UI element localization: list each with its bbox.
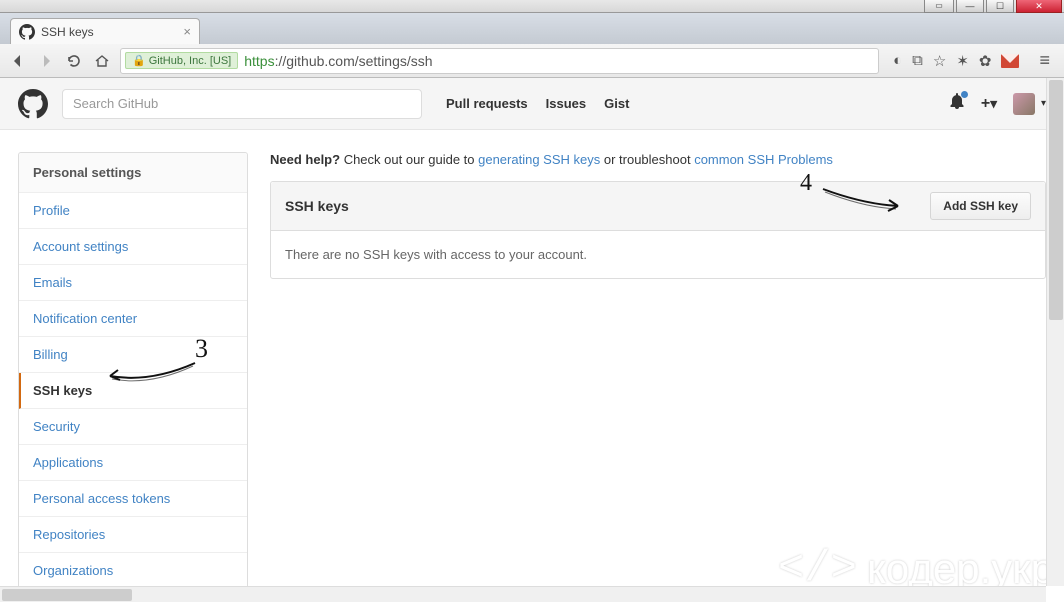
github-logo-icon[interactable] [18, 89, 48, 119]
reload-button[interactable] [64, 51, 84, 71]
address-bar[interactable]: 🔒GitHub, Inc. [US] https://github.com/se… [120, 48, 879, 74]
sidebar-item-notifications[interactable]: Notification center [19, 301, 247, 337]
home-button[interactable] [92, 51, 112, 71]
back-button[interactable] [8, 51, 28, 71]
sidebar-item-security[interactable]: Security [19, 409, 247, 445]
url-path: ://github.com/settings/ssh [275, 53, 433, 69]
browser-tabstrip: SSH keys × [0, 13, 1064, 44]
sidebar-item-emails[interactable]: Emails [19, 265, 247, 301]
search-placeholder: Search GitHub [73, 96, 158, 111]
extension-icon[interactable]: ◐ [893, 52, 902, 69]
github-header: Search GitHub Pull requests Issues Gist … [0, 78, 1064, 130]
browser-toolbar: 🔒GitHub, Inc. [US] https://github.com/se… [0, 44, 1064, 78]
extension-icon[interactable]: ⧉ [912, 52, 923, 69]
vertical-scrollbar[interactable] [1046, 78, 1064, 586]
sidebar-item-repositories[interactable]: Repositories [19, 517, 247, 553]
github-primary-nav: Pull requests Issues Gist [446, 96, 629, 111]
user-avatar[interactable] [1013, 93, 1035, 115]
tab-title: SSH keys [41, 25, 94, 39]
sidebar-item-account[interactable]: Account settings [19, 229, 247, 265]
help-bold: Need help? [270, 152, 340, 167]
help-text: Need help? Check out our guide to genera… [270, 152, 1046, 167]
github-favicon [19, 24, 35, 40]
lock-icon: 🔒 [132, 54, 146, 67]
window-minimize-button[interactable]: — [956, 0, 984, 13]
gmail-icon[interactable] [1001, 54, 1019, 68]
settings-gear-icon[interactable]: ✿ [979, 52, 992, 70]
notifications-bell-icon[interactable] [949, 93, 965, 114]
nav-issues[interactable]: Issues [546, 96, 586, 111]
extension-icon[interactable]: ✶ [956, 52, 969, 70]
titlebar-extra-button[interactable]: ▭ [924, 0, 954, 13]
sidebar-item-applications[interactable]: Applications [19, 445, 247, 481]
sidebar-item-organizations[interactable]: Organizations [19, 553, 247, 588]
sidebar-item-tokens[interactable]: Personal access tokens [19, 481, 247, 517]
ssl-org-label: GitHub, Inc. [US] [149, 55, 232, 67]
forward-button[interactable] [36, 51, 56, 71]
chrome-menu-button[interactable]: ≡ [1033, 50, 1056, 71]
add-ssh-key-button[interactable]: Add SSH key [930, 192, 1031, 220]
browser-tab-active[interactable]: SSH keys × [10, 18, 200, 44]
sidebar-item-billing[interactable]: Billing [19, 337, 247, 373]
panel-header: SSH keys Add SSH key [271, 182, 1045, 231]
tab-close-icon[interactable]: × [183, 24, 191, 39]
panel-empty-state: There are no SSH keys with access to you… [271, 231, 1045, 278]
nav-gist[interactable]: Gist [604, 96, 629, 111]
panel-title: SSH keys [285, 198, 349, 214]
bookmark-star-icon[interactable]: ☆ [933, 52, 946, 70]
help-text-2: or troubleshoot [600, 152, 694, 167]
nav-pull-requests[interactable]: Pull requests [446, 96, 528, 111]
sidebar-item-ssh-keys[interactable]: SSH keys [19, 373, 247, 409]
sidebar-item-profile[interactable]: Profile [19, 193, 247, 229]
help-text-1: Check out our guide to [340, 152, 478, 167]
ssl-badge[interactable]: 🔒GitHub, Inc. [US] [125, 52, 238, 69]
help-link-generate[interactable]: generating SSH keys [478, 152, 600, 167]
extension-icons: ◐ ⧉ ☆ ✶ ✿ [887, 52, 1025, 70]
github-search-input[interactable]: Search GitHub [62, 89, 422, 119]
settings-sidebar: Personal settings Profile Account settin… [18, 152, 248, 589]
main-content: Need help? Check out our guide to genera… [270, 152, 1046, 589]
help-link-problems[interactable]: common SSH Problems [694, 152, 833, 167]
create-new-dropdown[interactable]: +▾ [981, 95, 997, 113]
ssh-keys-panel: SSH keys Add SSH key There are no SSH ke… [270, 181, 1046, 279]
settings-page: Personal settings Profile Account settin… [0, 130, 1064, 611]
window-close-button[interactable]: ✕ [1016, 0, 1062, 13]
os-titlebar: ▭ — ☐ ✕ [0, 0, 1064, 13]
window-maximize-button[interactable]: ☐ [986, 0, 1014, 13]
url-protocol: https [244, 53, 274, 69]
horizontal-scrollbar[interactable] [0, 586, 1046, 602]
sidebar-header: Personal settings [19, 153, 247, 193]
